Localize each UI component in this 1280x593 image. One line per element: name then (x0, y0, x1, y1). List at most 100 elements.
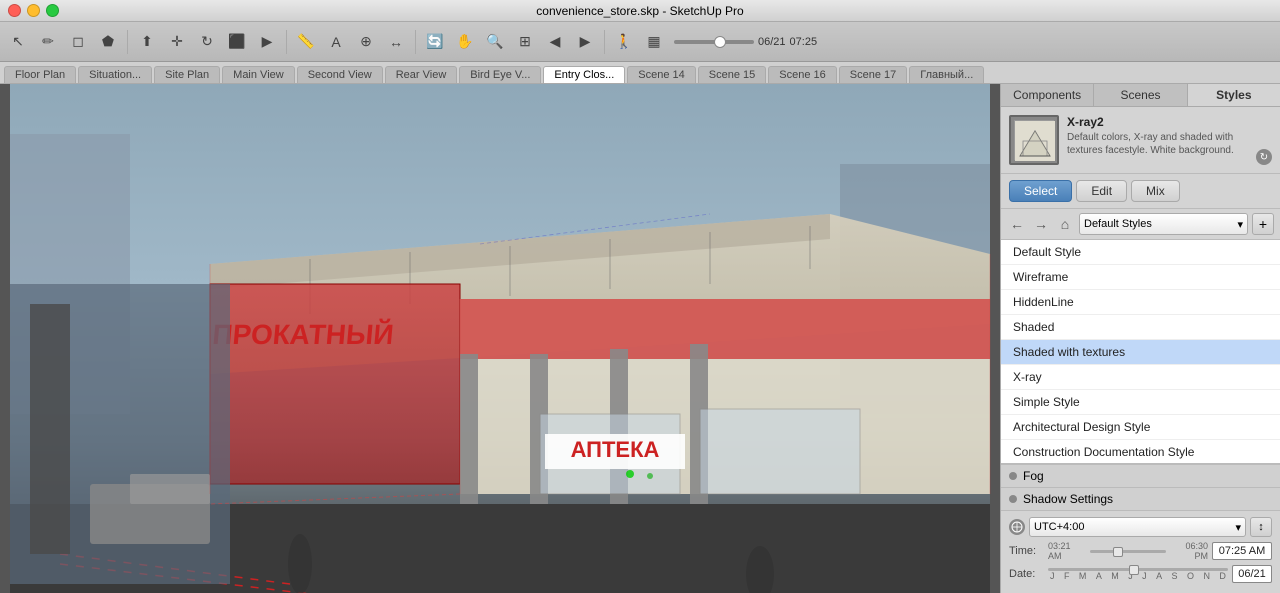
separator-1 (127, 30, 128, 54)
scene-tab-scene-14[interactable]: Scene 14 (627, 66, 695, 83)
time-start-label: 06/21 (758, 36, 786, 48)
style-item-shaded-with-textures[interactable]: Shaded with textures (1001, 340, 1280, 365)
timezone-dropdown[interactable]: UTC+4:00 ▾ (1029, 517, 1246, 537)
date-slider-thumb[interactable] (1129, 565, 1139, 575)
month-tick-S: S (1172, 571, 1178, 581)
month-tick-M: M (1111, 571, 1119, 581)
fog-indicator (1009, 472, 1017, 480)
shadow-panel: UTC+4:00 ▾ ↕ Time: 03:21 AM 06:30 PM 07:… (1001, 510, 1280, 593)
style-item-construction-documentation-style[interactable]: Construction Documentation Style (1001, 440, 1280, 463)
panel-tab-scenes[interactable]: Scenes (1094, 84, 1187, 106)
style-item-default-style[interactable]: Default Style (1001, 240, 1280, 265)
panel-header-tabs: ComponentsScenesStyles (1001, 84, 1280, 107)
push-pull-tool[interactable]: ⬆ (133, 28, 161, 56)
time-slider[interactable] (1090, 550, 1166, 553)
timezone-value: UTC+4:00 (1034, 521, 1084, 533)
scene-tab-entry-clos...[interactable]: Entry Clos... (543, 66, 625, 83)
pencil-tool[interactable]: ✏ (34, 28, 62, 56)
style-item-hiddenline[interactable]: HiddenLine (1001, 290, 1280, 315)
styles-list[interactable]: Default StyleWireframeHiddenLineShadedSh… (1001, 240, 1280, 463)
scene-tab-second-view[interactable]: Second View (297, 66, 383, 83)
back-nav-button[interactable]: ← (1007, 214, 1027, 234)
month-tick-M: M (1079, 571, 1087, 581)
axes-tool[interactable]: ⊕ (352, 28, 380, 56)
style-item-simple-style[interactable]: Simple Style (1001, 390, 1280, 415)
rotate-tool[interactable]: ↻ (193, 28, 221, 56)
viewport[interactable]: АПТЕКА ПРОКАТНЫЙ (0, 84, 1000, 593)
month-tick-A: A (1096, 571, 1102, 581)
maximize-button[interactable] (46, 4, 59, 17)
section-tool[interactable]: ▦ (640, 28, 668, 56)
svg-text:АПТЕКА: АПТЕКА (571, 437, 660, 462)
zoom-tool[interactable]: 🔍 (481, 28, 509, 56)
scale-tool[interactable]: ⬛ (223, 28, 251, 56)
home-nav-button[interactable]: ⌂ (1055, 214, 1075, 234)
tape-tool[interactable]: 📏 (292, 28, 320, 56)
titlebar: convenience_store.skp - SketchUp Pro (0, 0, 1280, 22)
month-tick-N: N (1203, 571, 1210, 581)
fog-panel-toggle[interactable]: Fog (1001, 464, 1280, 487)
dimensions-tool[interactable]: ↔ (382, 28, 410, 56)
date-slider[interactable] (1048, 568, 1228, 571)
scene-tab-главный...[interactable]: Главный... (909, 66, 984, 83)
shadow-settings-toggle[interactable]: Shadow Settings (1001, 487, 1280, 510)
previous-view-tool[interactable]: ◀ (541, 28, 569, 56)
select-tool[interactable]: ↖ (4, 28, 32, 56)
time-label: Time: (1009, 545, 1044, 557)
next-view-tool[interactable]: ▶ (571, 28, 599, 56)
scene-tab-scene-17[interactable]: Scene 17 (839, 66, 907, 83)
zoom-window-tool[interactable]: ⊞ (511, 28, 539, 56)
style-select-button[interactable]: Select (1009, 180, 1072, 202)
style-action-buttons: SelectEditMix (1001, 174, 1280, 209)
update-style-button[interactable]: ↻ (1256, 149, 1272, 165)
move-tool[interactable]: ✛ (163, 28, 191, 56)
minimize-button[interactable] (27, 4, 40, 17)
panel-tab-components[interactable]: Components (1001, 84, 1094, 106)
scene-tab-bird-eye-v...[interactable]: Bird Eye V... (459, 66, 541, 83)
create-style-button[interactable]: + (1252, 213, 1274, 235)
style-edit-button[interactable]: Edit (1076, 180, 1127, 202)
time-slider-thumb[interactable] (1113, 547, 1123, 557)
building-sketch-svg: АПТЕКА ПРОКАТНЫЙ (0, 84, 1000, 593)
time-min-label: 03:21 AM (1048, 541, 1086, 561)
scene-tab-scene-15[interactable]: Scene 15 (698, 66, 766, 83)
style-mix-button[interactable]: Mix (1131, 180, 1180, 202)
scene-tab-site-plan[interactable]: Site Plan (154, 66, 220, 83)
timezone-chevron-icon: ▾ (1235, 521, 1241, 534)
pan-tool[interactable]: ✋ (451, 28, 479, 56)
time-max-label: 06:30 PM (1170, 541, 1208, 561)
scene-tab-rear-view[interactable]: Rear View (385, 66, 458, 83)
paint-tool[interactable]: ⬟ (94, 28, 122, 56)
style-item-wireframe[interactable]: Wireframe (1001, 265, 1280, 290)
orbit-tool[interactable]: 🔄 (421, 28, 449, 56)
timezone-icon (1009, 519, 1025, 535)
scene-tab-main-view[interactable]: Main View (222, 66, 295, 83)
close-button[interactable] (8, 4, 21, 17)
time-value-display[interactable]: 07:25 AM (1212, 542, 1272, 560)
scene-tab-situation...[interactable]: Situation... (78, 66, 152, 83)
date-slider-container: JFMAMJJASOND (1048, 568, 1228, 581)
time-row: Time: 03:21 AM 06:30 PM 07:25 AM (1009, 541, 1272, 561)
style-item-shaded[interactable]: Shaded (1001, 315, 1280, 340)
style-item-x-ray[interactable]: X-ray (1001, 365, 1280, 390)
scene-tab-floor-plan[interactable]: Floor Plan (4, 66, 76, 83)
eraser-tool[interactable]: ◻ (64, 28, 92, 56)
style-info: X-ray2 Default colors, X-ray and shaded … (1067, 115, 1248, 165)
timeline-slider[interactable] (674, 40, 754, 44)
style-category-dropdown[interactable]: Default Styles ▾ (1079, 213, 1248, 235)
panel-tab-styles[interactable]: Styles (1188, 84, 1280, 106)
forward-nav-button[interactable]: → (1031, 214, 1051, 234)
svg-text:ПРОКАТНЫЙ: ПРОКАТНЫЙ (211, 319, 395, 350)
traffic-lights (8, 4, 59, 17)
scene-tab-scene-16[interactable]: Scene 16 (768, 66, 836, 83)
walk-tool[interactable]: 🚶 (610, 28, 638, 56)
timezone-action-button[interactable]: ↕ (1250, 517, 1272, 537)
current-style-name: X-ray2 (1067, 115, 1248, 129)
style-item-architectural-design-style[interactable]: Architectural Design Style (1001, 415, 1280, 440)
follow-me-tool[interactable]: ▶ (253, 28, 281, 56)
date-value-display[interactable]: 06/21 (1232, 565, 1272, 583)
right-panel: ComponentsScenesStyles X-ray2 Default co… (1000, 84, 1280, 593)
date-row: Date: JFMAMJJASOND 06/21 (1009, 565, 1272, 583)
timeline-slider-area: 06/21 07:25 (674, 36, 817, 48)
text-tool[interactable]: A (322, 28, 350, 56)
